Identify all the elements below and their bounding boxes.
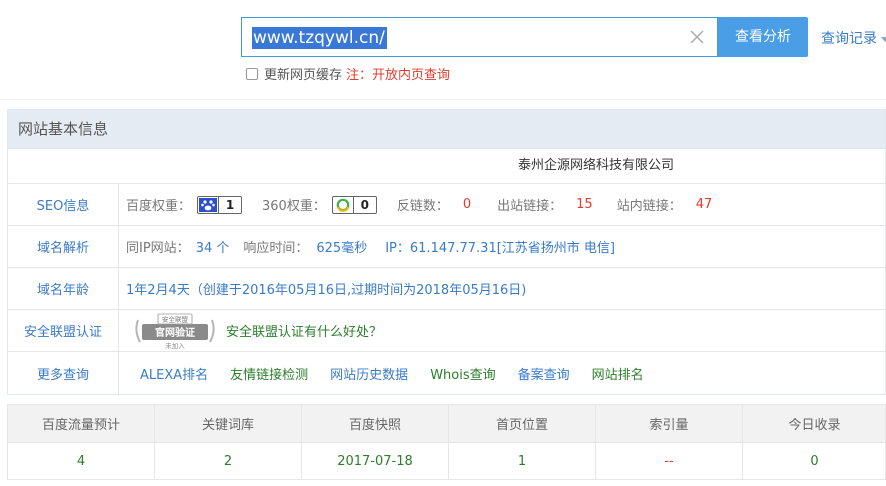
- security-alliance-row: 安全联盟认证 安全联盟 官网验证 未加入 安全联盟认证有什么好处？: [8, 310, 885, 352]
- stats-header-row: 百度流量预计 关键词库 百度快照 首页位置 索引量 今日收录: [8, 405, 885, 443]
- domain-age-content: 1年2月4天（创建于2016年05月16日,过期时间为2018年05月16日): [126, 268, 526, 309]
- security-alliance-label[interactable]: 安全联盟认证: [8, 310, 119, 351]
- domain-age-row: 域名年龄 1年2月4天（创建于2016年05月16日,过期时间为2018年05月…: [8, 268, 885, 310]
- seal-sub-text: 未加入: [165, 341, 185, 350]
- stats-header-index: 索引量: [596, 405, 743, 442]
- more-queries-row: 更多查询 ALEXA排名 友情链接检测 网站历史数据 Whois查询 备案查询 …: [8, 352, 885, 394]
- domain-age-text: 1年2月4天（创建于2016年05月16日,过期时间为2018年05月16日): [126, 283, 527, 298]
- security-alliance-content: 安全联盟 官网验证 未加入 安全联盟认证有什么好处？: [126, 310, 382, 351]
- stats-value-index[interactable]: --: [596, 442, 743, 480]
- stats-header-keywords: 关键词库: [155, 405, 302, 442]
- response-time-value: 625毫秒: [316, 241, 368, 256]
- search-input-value: www.tzqywl.cn/: [252, 27, 387, 49]
- alexa-rank-link[interactable]: ALEXA排名: [140, 364, 208, 383]
- query-history-dropdown[interactable]: 查询记录: [821, 28, 886, 48]
- baidu-weight-value: 1: [218, 196, 241, 213]
- friend-link-check-link[interactable]: 友情链接检测: [230, 364, 308, 383]
- icp-record-link[interactable]: 备案查询: [518, 364, 570, 383]
- stats-value-snapshot[interactable]: 2017-07-18: [302, 442, 449, 480]
- backlinks-value[interactable]: 0: [463, 197, 471, 212]
- stats-table: 百度流量预计 关键词库 百度快照 首页位置 索引量 今日收录 4 2 2017-…: [7, 404, 886, 480]
- search-input[interactable]: www.tzqywl.cn/: [241, 17, 718, 57]
- update-cache-checkbox[interactable]: [246, 67, 258, 80]
- r360-weight-badge[interactable]: 0: [331, 195, 377, 214]
- site-basic-info-panel: 网站基本信息 泰州企源网络科技有限公司 SEO信息 百度权重： 1 360权重：: [7, 109, 886, 395]
- ip-location[interactable]: IP：61.147.77.31[江苏省扬州市 电信]: [385, 237, 615, 256]
- official-verify-seal-icon[interactable]: 安全联盟 官网验证 未加入: [132, 312, 218, 350]
- panel-header: 网站基本信息: [8, 110, 885, 149]
- backlinks-label: 反链数：: [396, 199, 449, 214]
- seal-main-text: 官网验证: [155, 326, 195, 339]
- seo-row: SEO信息 百度权重： 1 360权重： 0 反链数： 0 出站链接： 15 站…: [8, 184, 885, 226]
- stats-header-home-position: 首页位置: [449, 405, 596, 442]
- internal-links-label: 站内链接：: [616, 199, 682, 214]
- domain-resolution-row: 域名解析 同IP网站： 34 个 响应时间： 625毫秒 IP：61.147.7…: [8, 226, 885, 268]
- 360-logo-icon: [333, 197, 353, 213]
- response-time-label: 响应时间：: [243, 241, 309, 256]
- site-history-link[interactable]: 网站历史数据: [330, 364, 408, 383]
- same-ip-label: 同IP网站：: [126, 241, 190, 256]
- query-history-label: 查询记录: [821, 31, 877, 47]
- whois-link[interactable]: Whois查询: [430, 364, 495, 383]
- seo-content: 百度权重： 1 360权重： 0 反链数： 0 出站链接： 15 站内链接： 4…: [126, 184, 712, 225]
- stats-value-row: 4 2 2017-07-18 1 -- 0: [8, 442, 885, 480]
- panel-title: 网站基本信息: [18, 120, 109, 138]
- seo-label[interactable]: SEO信息: [8, 184, 119, 225]
- more-queries-links: ALEXA排名 友情链接检测 网站历史数据 Whois查询 备案查询 网站排名: [140, 352, 666, 394]
- baidu-weight-label: 百度权重：: [126, 199, 192, 214]
- seal-top-text: 安全联盟: [162, 314, 189, 323]
- baidu-weight-badge[interactable]: 1: [197, 195, 243, 214]
- domain-age-label[interactable]: 域名年龄: [8, 268, 119, 309]
- inner-page-note[interactable]: 注：开放内页查询: [346, 64, 450, 83]
- outbound-links-value[interactable]: 15: [576, 197, 593, 212]
- cache-row: 更新网页缓存 注：开放内页查询: [246, 64, 450, 83]
- same-ip-value[interactable]: 34 个: [196, 237, 230, 256]
- stats-value-today-indexed[interactable]: 0: [743, 442, 886, 480]
- internal-links-value[interactable]: 47: [696, 197, 713, 212]
- chevron-down-icon: [881, 36, 886, 42]
- stats-value-home-position[interactable]: 1: [449, 442, 596, 480]
- r360-weight-value: 0: [352, 196, 376, 213]
- stats-header-today-indexed: 今日收录: [788, 418, 841, 433]
- more-queries-label[interactable]: 更多查询: [8, 352, 119, 394]
- divider: [0, 99, 886, 100]
- r360-weight-label: 360权重：: [262, 199, 326, 214]
- company-row: 泰州企源网络科技有限公司: [8, 149, 885, 184]
- stats-value-baidu-traffic[interactable]: 4: [8, 442, 155, 480]
- domain-resolution-label[interactable]: 域名解析: [8, 226, 119, 267]
- clear-icon[interactable]: [687, 27, 707, 47]
- domain-resolution-content: 同IP网站： 34 个 响应时间： 625毫秒 IP：61.147.77.31[…: [126, 226, 615, 267]
- site-rank-link[interactable]: 网站排名: [592, 364, 644, 383]
- analyze-button[interactable]: 查看分析: [718, 17, 808, 57]
- outbound-links-label: 出站链接：: [497, 199, 563, 214]
- stats-header-baidu-traffic: 百度流量预计: [8, 405, 155, 442]
- update-cache-label[interactable]: 更新网页缓存: [264, 64, 342, 83]
- stats-header-snapshot: 百度快照: [302, 405, 449, 442]
- company-name: 泰州企源网络科技有限公司: [518, 158, 675, 173]
- baidu-paw-icon: [198, 197, 218, 213]
- stats-value-keywords[interactable]: 2: [155, 442, 302, 480]
- security-alliance-benefit-link[interactable]: 安全联盟认证有什么好处？: [226, 321, 382, 340]
